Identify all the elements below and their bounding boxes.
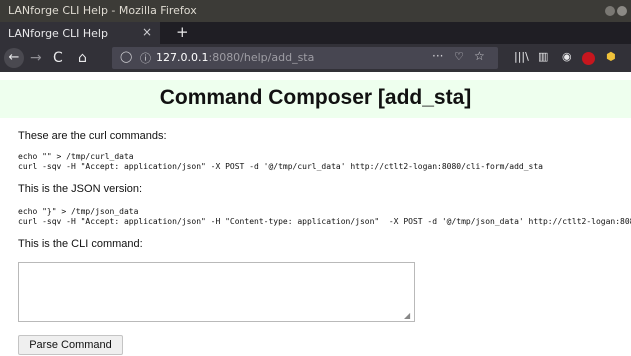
window-title: LANforge CLI Help - Mozilla Firefox (8, 4, 197, 17)
new-tab-button[interactable]: + (176, 23, 189, 41)
curl-section-label: These are the curl commands: (18, 130, 167, 142)
url-bar[interactable]: ◯ ⓘ 127.0.0.1:8080/help/add_sta ··· ♡ ☆ (112, 47, 498, 69)
url-host: 127.0.0.1 (156, 51, 209, 64)
url-path: :8080/help/add_sta (208, 51, 315, 64)
curl-line-2: curl -sqv -H "Accept: application/json" … (18, 162, 543, 171)
close-window-button[interactable] (617, 6, 627, 16)
cli-section-label: This is the CLI command: (18, 238, 143, 250)
window-titlebar: LANforge CLI Help - Mozilla Firefox (0, 0, 631, 22)
extension-icon[interactable]: ⬢ (606, 50, 616, 63)
account-icon[interactable]: ◉ (562, 50, 572, 63)
tab-close-icon[interactable]: × (142, 25, 152, 39)
tab-lanforge-cli-help[interactable]: LANforge CLI Help × (0, 22, 160, 44)
page-banner: Command Composer [add_sta] (0, 80, 631, 118)
json-line-1: echo "}" > /tmp/json_data (18, 207, 139, 216)
json-section-label: This is the JSON version: (18, 183, 143, 195)
page-actions-icon[interactable]: ··· (432, 49, 443, 63)
tracking-shield-icon[interactable]: ◯ (120, 50, 132, 63)
library-icon[interactable]: |||\ (514, 50, 529, 63)
tab-label: LANforge CLI Help (8, 27, 108, 40)
page-content: Command Composer [add_sta] These are the… (0, 72, 631, 356)
url-text[interactable]: 127.0.0.1:8080/help/add_sta (156, 51, 314, 64)
forward-arrow-icon[interactable]: → (30, 48, 42, 68)
curl-line-1: echo "" > /tmp/curl_data (18, 152, 134, 161)
parse-command-button[interactable]: Parse Command (18, 335, 123, 355)
page-title: Command Composer [add_sta] (159, 86, 472, 109)
site-info-icon[interactable]: ⓘ (140, 50, 151, 66)
reload-icon[interactable]: C (53, 48, 63, 68)
sidebar-icon[interactable]: ▥ (538, 50, 548, 63)
ublock-icon[interactable] (582, 52, 595, 65)
bookmark-star-icon[interactable]: ☆ (474, 49, 485, 63)
cli-command-textarea[interactable] (18, 262, 415, 322)
navigation-toolbar: ← → C ⌂ ◯ ⓘ 127.0.0.1:8080/help/add_sta … (0, 44, 631, 72)
json-line-2: curl -sqv -H "Accept: application/json" … (18, 217, 631, 226)
back-arrow-icon[interactable]: ← (4, 48, 24, 68)
pocket-icon[interactable]: ♡ (454, 50, 464, 63)
minimize-button[interactable] (605, 6, 615, 16)
resize-grip-icon[interactable]: ◢ (404, 311, 410, 320)
tab-bar: LANforge CLI Help × + (0, 22, 631, 44)
home-icon[interactable]: ⌂ (78, 48, 87, 68)
